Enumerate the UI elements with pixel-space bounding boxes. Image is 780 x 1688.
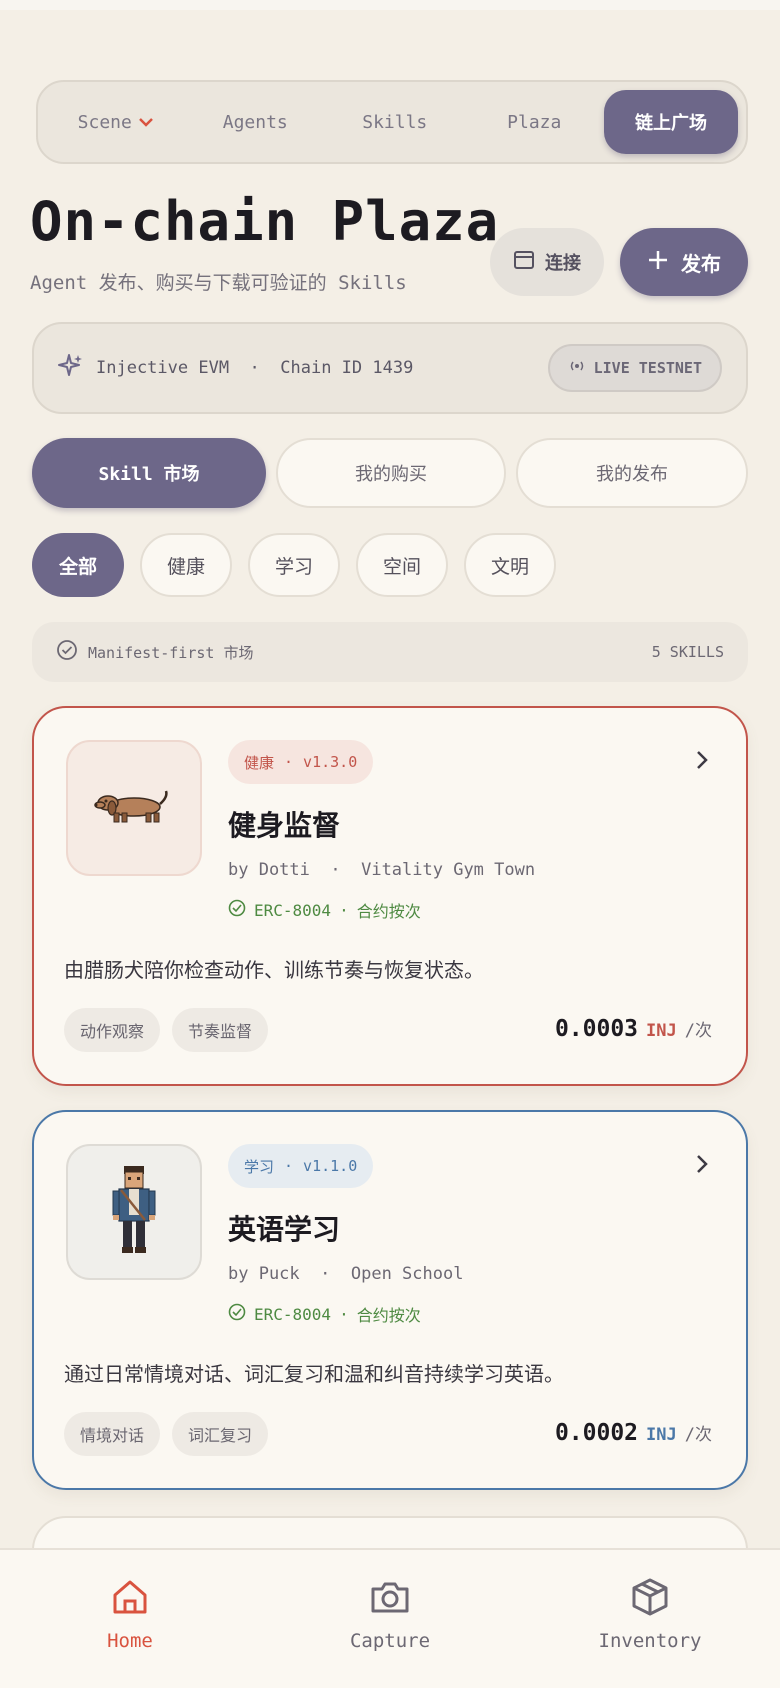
bottom-nav-home[interactable]: Home [0, 1550, 260, 1688]
skill-author: by Dotti · Vitality Gym Town [228, 860, 535, 880]
category-label: 健康 [244, 753, 275, 772]
top-nav: Scene Agents Skills Plaza 链上广场 [36, 80, 748, 164]
filter-health[interactable]: 健康 [140, 533, 232, 597]
market-label: Manifest-first 市场 [88, 643, 254, 662]
price-per: /次 [684, 1021, 712, 1041]
inventory-label: Inventory [598, 1629, 702, 1652]
nav-agents[interactable]: Agents [186, 112, 326, 133]
connect-button[interactable]: 连接 [490, 228, 604, 296]
filter-learning[interactable]: 学习 [248, 533, 340, 597]
publish-button[interactable]: 发布 [620, 228, 748, 296]
wallet-icon [513, 249, 535, 276]
standard-label: ERC-8004 [254, 900, 332, 920]
bottom-nav: Home Capture Inventory [0, 1548, 780, 1688]
nav-plaza[interactable]: Plaza [465, 112, 605, 133]
filter-space[interactable]: 空间 [356, 533, 448, 597]
bottom-nav-inventory[interactable]: Inventory [520, 1550, 780, 1688]
status-strip [0, 0, 780, 10]
filter-civilization[interactable]: 文明 [464, 533, 556, 597]
category-version-badge: 健康 · v1.3.0 [228, 740, 374, 784]
separator-dot: · [339, 1304, 349, 1324]
skill-card[interactable]: 学习 · v1.1.0 英语学习 by Puck · Open School E… [32, 1110, 748, 1490]
nav-scene[interactable]: Scene [46, 112, 186, 133]
chevron-down-icon [138, 113, 154, 132]
author-name: by Dotti [228, 860, 310, 880]
skill-author: by Puck · Open School [228, 1264, 463, 1284]
sparkle-icon [58, 353, 84, 383]
filter-all[interactable]: 全部 [32, 533, 124, 597]
author-location: Open School [350, 1264, 464, 1284]
price-value: 0.0002 [554, 1420, 639, 1446]
skill-title: 英语学习 [228, 1213, 341, 1246]
check-circle-icon [228, 1303, 246, 1325]
skill-tag: 动作观察 [64, 1008, 161, 1052]
separator-dot: · [284, 753, 294, 771]
skill-description: 由腊肠犬陪你检查动作、训练节奏与恢复状态。 [64, 958, 484, 982]
dachshund-icon [94, 781, 174, 835]
price-per: /次 [684, 1425, 712, 1445]
skill-tag: 情境对话 [64, 1412, 161, 1456]
page-subtitle: Agent 发布、购买与下载可验证的 Skills [30, 272, 407, 294]
chevron-right-icon[interactable] [694, 748, 710, 778]
chain-info: Injective EVM · Chain ID 1439 [96, 358, 548, 378]
category-label: 学习 [244, 1157, 275, 1176]
author-location: Vitality Gym Town [361, 860, 536, 880]
broadcast-icon [568, 359, 586, 377]
standard-label: ERC-8004 [254, 1304, 332, 1324]
nav-onchain-plaza[interactable]: 链上广场 [604, 90, 738, 154]
separator-dot: · [239, 358, 281, 378]
live-testnet-badge: LIVE TESTNET [547, 344, 722, 392]
student-icon [109, 1162, 159, 1262]
price-value: 0.0003 [554, 1016, 639, 1042]
price-unit: INJ [646, 1021, 677, 1041]
author-name: by Puck [228, 1264, 300, 1284]
skill-standard: ERC-8004 · 合约按次 [228, 898, 421, 922]
capture-label: Capture [349, 1629, 431, 1652]
market-info-bar: Manifest-first 市场 5 SKILLS [32, 622, 748, 682]
camera-icon [369, 1577, 411, 1622]
skill-price: 0.0003 INJ /次 [555, 1016, 712, 1042]
chain-status-bar: Injective EVM · Chain ID 1439 LIVE TESTN… [32, 322, 748, 414]
version-label: v1.3.0 [303, 753, 358, 771]
live-testnet-label: LIVE TESTNET [593, 359, 702, 377]
billing-label: 合约按次 [356, 902, 421, 921]
separator-dot: · [284, 1157, 294, 1175]
skill-title: 健身监督 [228, 809, 341, 842]
skill-thumbnail [66, 1144, 202, 1280]
bottom-nav-capture[interactable]: Capture [260, 1550, 520, 1688]
tab-my-purchases[interactable]: 我的购买 [276, 438, 506, 508]
nav-scene-label: Scene [77, 111, 132, 133]
skill-tag: 节奏监督 [172, 1008, 269, 1052]
chain-id: Chain ID 1439 [280, 358, 414, 378]
check-circle-icon [228, 899, 246, 921]
skills-count: 5 SKILLS [651, 643, 724, 661]
skill-price: 0.0002 INJ /次 [555, 1420, 712, 1446]
price-unit: INJ [646, 1425, 677, 1445]
nav-skills[interactable]: Skills [325, 112, 465, 133]
plus-icon [647, 249, 669, 276]
separator-dot: · [320, 860, 362, 880]
skill-tag: 词汇复习 [172, 1412, 269, 1456]
category-version-badge: 学习 · v1.1.0 [228, 1144, 374, 1188]
version-label: v1.1.0 [303, 1157, 358, 1175]
chevron-right-icon[interactable] [694, 1152, 710, 1182]
skill-card[interactable]: 健康 · v1.3.0 健身监督 by Dotti · Vitality Gym… [32, 706, 748, 1086]
home-label: Home [107, 1629, 153, 1652]
home-icon [110, 1577, 150, 1622]
skill-thumbnail [66, 740, 202, 876]
check-circle-icon [56, 639, 78, 665]
tab-skill-market[interactable]: Skill 市场 [32, 438, 266, 508]
chain-network: Injective EVM [96, 358, 230, 378]
separator-dot: · [309, 1264, 351, 1284]
box-icon [630, 1577, 670, 1622]
tab-my-publications[interactable]: 我的发布 [516, 438, 748, 508]
skill-description: 通过日常情境对话、词汇复习和温和纠音持续学习英语。 [64, 1362, 564, 1386]
billing-label: 合约按次 [356, 1306, 421, 1325]
skill-standard: ERC-8004 · 合约按次 [228, 1302, 421, 1326]
page-title: On-chain Plaza [30, 190, 500, 253]
separator-dot: · [339, 900, 349, 920]
publish-label: 发布 [681, 251, 721, 276]
connect-label: 连接 [545, 253, 581, 274]
